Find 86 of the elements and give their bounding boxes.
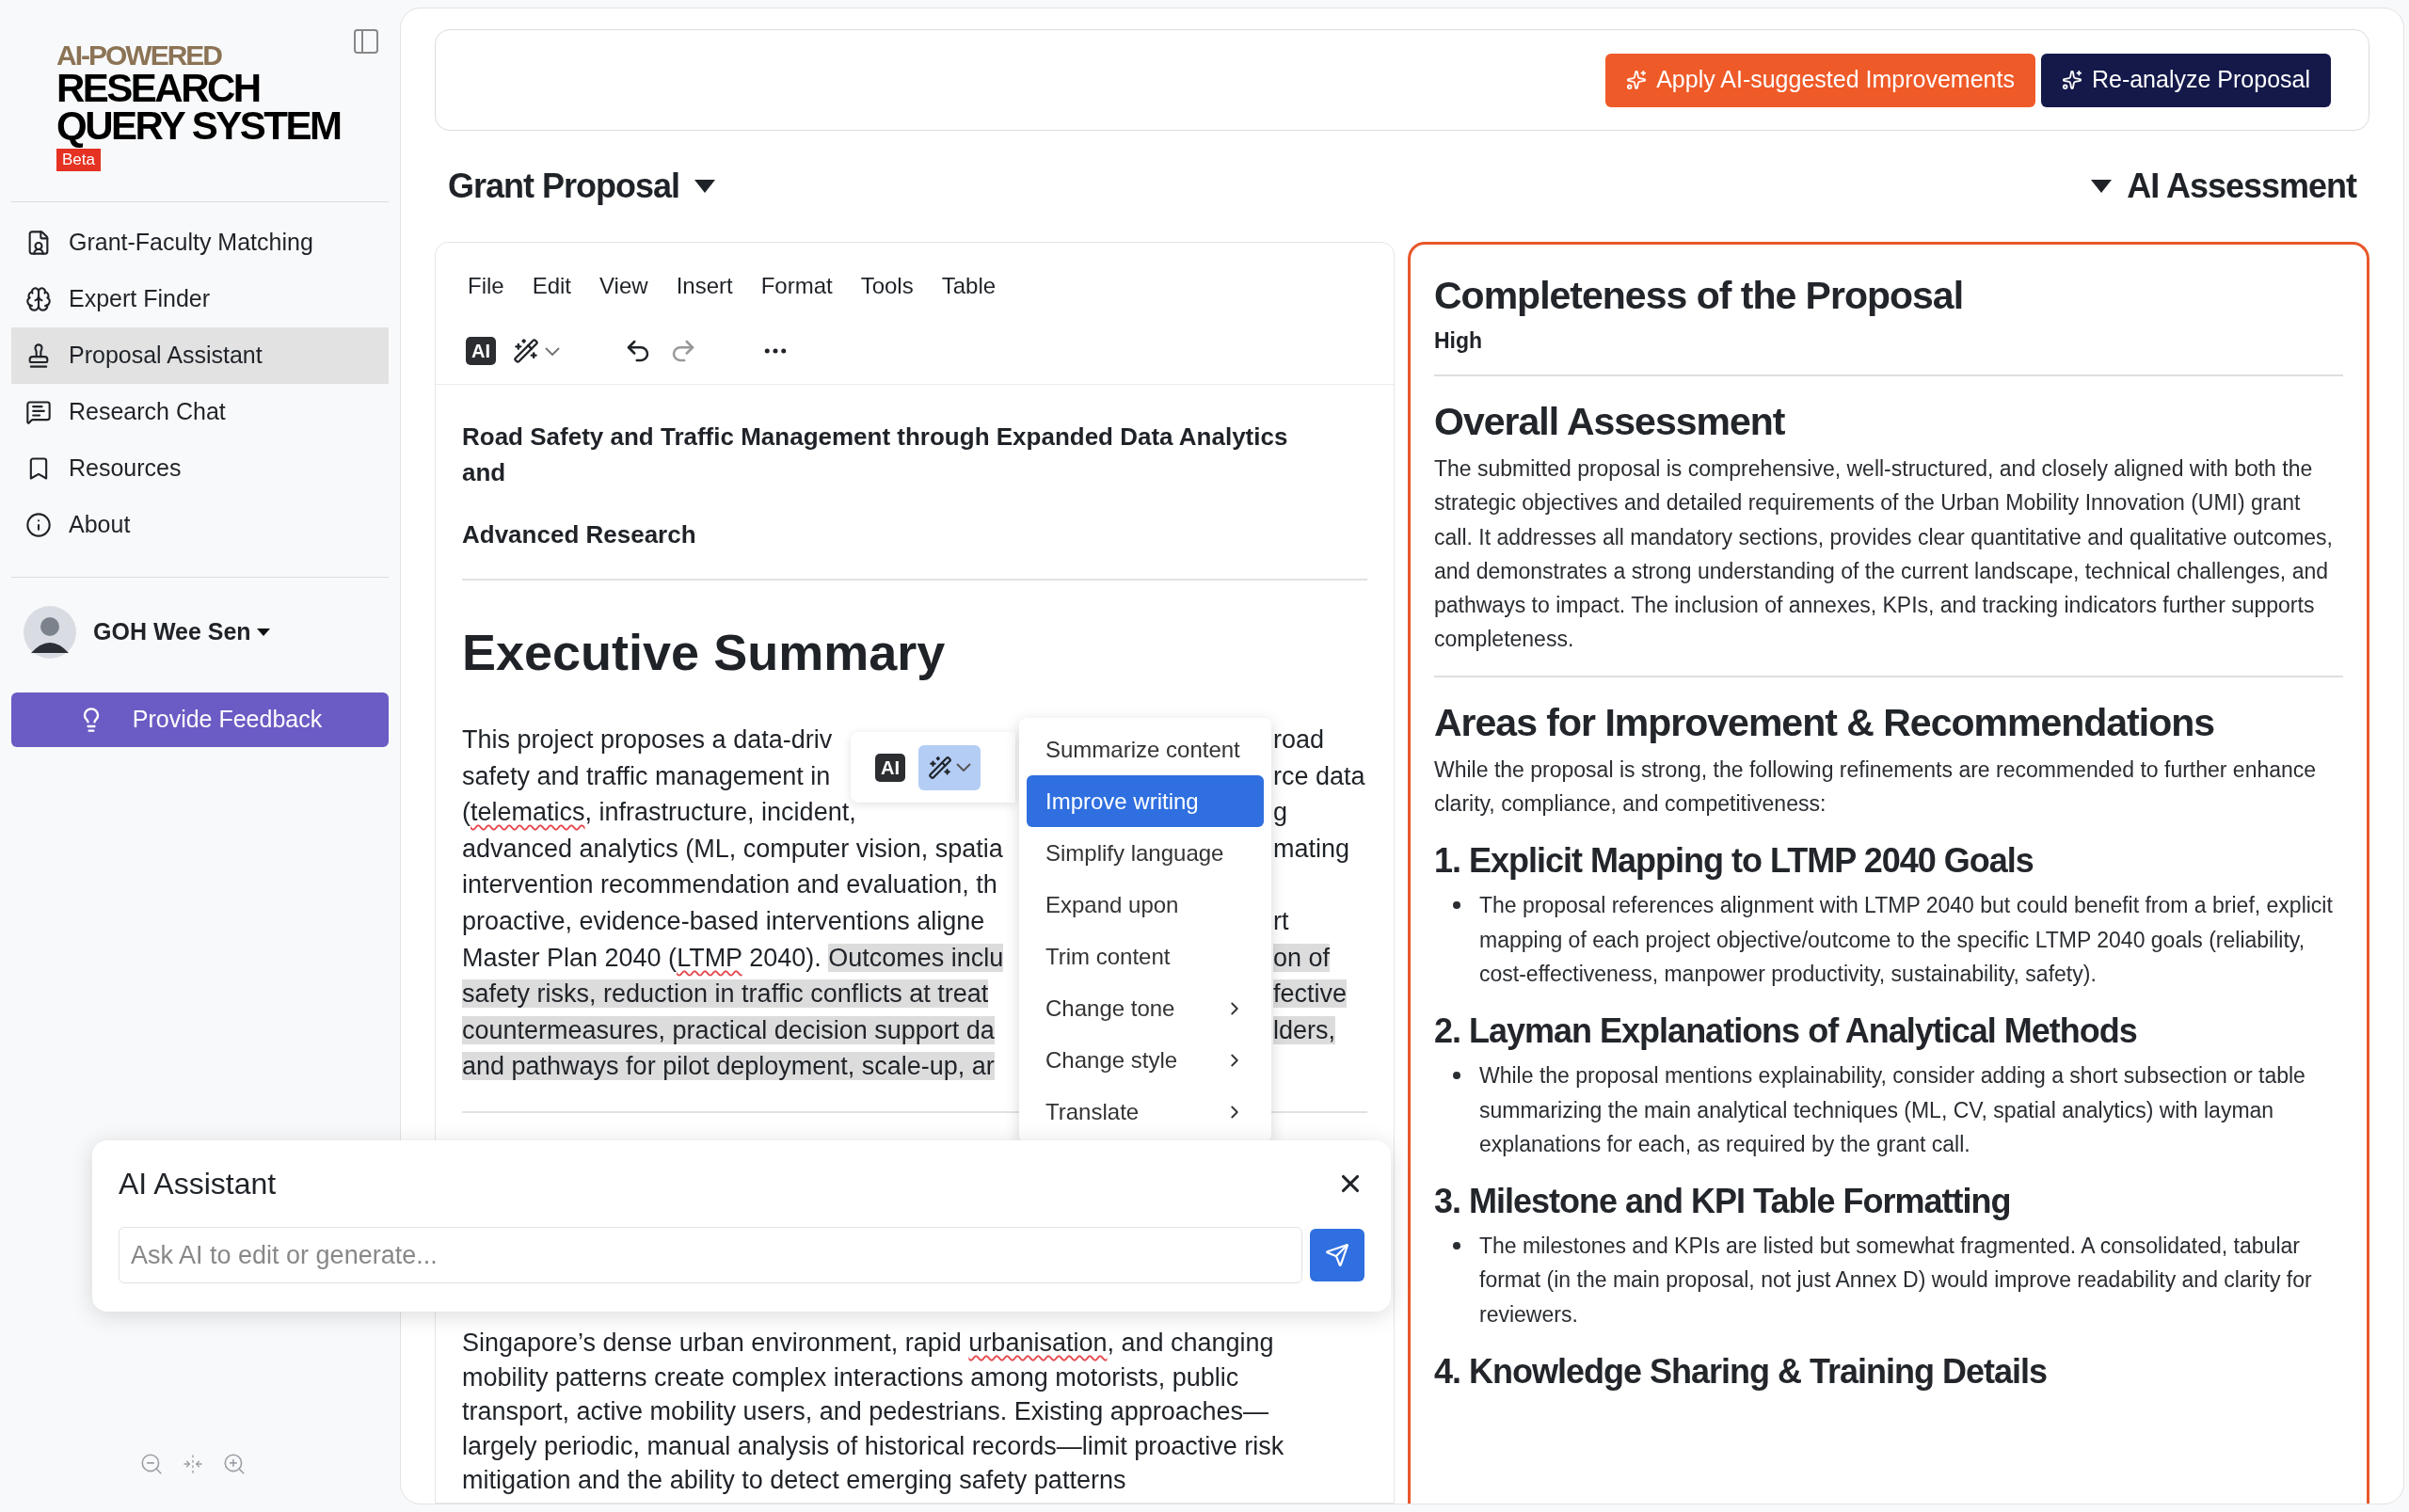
caret-icon bbox=[256, 629, 270, 636]
bullet-icon bbox=[1453, 1072, 1460, 1080]
assessment-heading: 1. Explicit Mapping to LTMP 2040 Goals bbox=[1434, 840, 2034, 883]
ai-badge[interactable]: AI bbox=[875, 753, 905, 782]
assessment-heading: Overall Assessment bbox=[1434, 399, 1786, 445]
paragraph-line: rce data bbox=[1273, 760, 1365, 792]
paragraph-line: advanced analytics (ML, computer vision, spatia bbox=[462, 833, 1003, 865]
logo-title: RESEARCH bbox=[56, 70, 260, 107]
menu-option[interactable]: Summarize content bbox=[1027, 724, 1264, 775]
document-title: Road Safety and Traffic Management through Expanded Data Analytics and bbox=[462, 422, 1289, 488]
menu-option[interactable]: Simplify language bbox=[1027, 827, 1264, 879]
assessment-text: While the proposal is strong, the following refinements are recommended to further enhance clarity, compliance, and competitiveness: bbox=[1434, 756, 2318, 819]
menu-option[interactable]: Change tone bbox=[1027, 982, 1264, 1034]
menu-item[interactable]: View bbox=[599, 269, 648, 303]
paragraph-line: This project proposes a data-driv bbox=[462, 724, 833, 756]
user-menu[interactable]: GOH Wee Sen bbox=[93, 614, 270, 650]
assessment-text: The submitted proposal is comprehensive, well-structured, and closely aligned with both the strategic objectives and detailed requirements of the Urban Mobility Innovation (UMI) grant call. It addresses all mandatory sections, provides clear quantitative and qualitative outcomes, and demonstrates a strong understanding of the current landscape, technical challenges, and pathways to impact. The inclusion of annexes, KPIs, and tracking indicators further supports completeness. bbox=[1434, 455, 2334, 654]
sparkles-icon bbox=[1626, 70, 1648, 90]
bullet-icon bbox=[1453, 901, 1460, 910]
paragraph-line: mitigation and the ability to detect emerging safety patterns bbox=[462, 1465, 1126, 1497]
sidebar-toggle-icon[interactable] bbox=[351, 26, 381, 56]
menu-item[interactable]: Edit bbox=[532, 269, 572, 303]
magic-wand-dropdown[interactable] bbox=[513, 338, 560, 364]
paragraph-line: intervention recommendation and evaluation, th bbox=[462, 869, 997, 901]
sidebar-item[interactable]: Expert Finder bbox=[11, 271, 389, 327]
assessment-heading: Completeness of the Proposal bbox=[1434, 273, 1965, 319]
assessment-heading: 3. Milestone and KPI Table Formatting bbox=[1434, 1181, 2012, 1223]
sidebar-item[interactable]: Resources bbox=[11, 440, 389, 497]
dropdown-caret-icon[interactable] bbox=[2091, 180, 2113, 193]
menu-option[interactable]: Improve writing bbox=[1027, 775, 1264, 827]
paragraph-line: mating bbox=[1273, 833, 1350, 865]
section-title: AI Assessment bbox=[2127, 166, 2356, 207]
chevron-down-icon bbox=[956, 763, 971, 772]
menu-option[interactable]: Expand upon bbox=[1027, 879, 1264, 931]
assessment-text: The proposal references alignment with LTMP 2040 but could benefit from a brief, explicit mapping of each project objective/outcome to the specific LTMP 2040 goals (reliability, cost-effectiveness, manpower productivity, sustainability, safety). bbox=[1479, 892, 2334, 988]
menu-item[interactable]: Tools bbox=[860, 269, 914, 303]
menu-option[interactable]: Translate bbox=[1027, 1086, 1264, 1138]
chevron-down-icon bbox=[545, 346, 560, 356]
section-title: Grant Proposal bbox=[448, 166, 680, 207]
paragraph-line: road bbox=[1273, 724, 1325, 756]
send-button[interactable] bbox=[1310, 1229, 1364, 1281]
action-button[interactable]: Re-analyze Proposal bbox=[2040, 53, 2331, 107]
panel-title: AI Assistant bbox=[119, 1166, 277, 1202]
sidebar-item[interactable]: Proposal Assistant bbox=[11, 327, 389, 384]
menu-option[interactable]: Change style bbox=[1027, 1034, 1264, 1086]
paragraph-line: Master Plan 2040 (LTMP 2040). Outcomes inclu bbox=[462, 942, 1004, 974]
assessment-heading: 2. Layman Explanations of Analytical Methods bbox=[1434, 1011, 2138, 1053]
logo-tagline: AI-POWERED bbox=[56, 41, 221, 70]
document-title: Advanced Research bbox=[462, 519, 697, 550]
assessment-text: The milestones and KPIs are listed but somewhat fragmented. A consolidated, tabular format (in the main proposal, not just Annex D) would improve readability and clarity for reviewers. bbox=[1479, 1233, 2313, 1329]
paragraph-line: (telematics, infrastructure, incident, bbox=[462, 797, 856, 829]
paragraph-line: mobility patterns create complex interactions among motorists, public bbox=[462, 1361, 1239, 1393]
feedback-button[interactable]: Provide Feedback bbox=[11, 692, 389, 747]
document-heading: Executive Summary bbox=[462, 623, 947, 682]
chat-icon bbox=[25, 399, 52, 425]
magic-wand-icon bbox=[513, 338, 539, 364]
rating-value: High bbox=[1434, 327, 1484, 355]
assessment-heading: Areas for Improvement & Recommendations bbox=[1434, 699, 2216, 746]
menu-item[interactable]: Table bbox=[941, 269, 997, 303]
assessment-heading: 4. Knowledge Sharing & Training Details bbox=[1434, 1351, 2049, 1393]
paragraph-line: g bbox=[1273, 797, 1288, 829]
sidebar-item[interactable]: Research Chat bbox=[11, 384, 389, 440]
info-icon bbox=[25, 512, 52, 538]
menu-option[interactable]: Trim content bbox=[1027, 931, 1264, 982]
paragraph-line: Singapore’s dense urban environment, rapid urbanisation, and changing bbox=[462, 1327, 1274, 1359]
prompt-field[interactable]: Ask AI to edit or generate... bbox=[119, 1227, 1302, 1283]
paragraph-line: safety and traffic management in bbox=[462, 760, 831, 792]
menu-item[interactable]: Format bbox=[760, 269, 833, 303]
dropdown-caret-icon[interactable] bbox=[694, 180, 716, 193]
sidebar-item[interactable]: Grant-Faculty Matching bbox=[11, 215, 389, 271]
magic-wand-dropdown[interactable] bbox=[918, 744, 981, 790]
sparkles-icon bbox=[2061, 70, 2082, 90]
bullet-icon bbox=[1453, 1242, 1460, 1250]
menu-item[interactable]: File bbox=[468, 269, 504, 303]
magic-wand-icon bbox=[928, 755, 952, 780]
paragraph-line: largely periodic, manual analysis of historical records—limit proactive risk bbox=[462, 1430, 1284, 1462]
avatar[interactable] bbox=[24, 606, 76, 659]
paragraph-line: transport, active mobility users, and pedestrians. Existing approaches— bbox=[462, 1396, 1268, 1428]
paragraph-line: proactive, evidence-based interventions aligne bbox=[462, 905, 985, 937]
sidebar-item[interactable]: About bbox=[11, 497, 389, 553]
beta-badge: Beta bbox=[56, 149, 101, 171]
ai-badge[interactable]: AI bbox=[466, 337, 496, 365]
send-icon bbox=[1325, 1243, 1349, 1267]
menu-item[interactable]: Insert bbox=[676, 269, 733, 303]
assessment-text: While the proposal mentions explainability, consider adding a short subsection or table summarizing the main analytical techniques (ML, CV, spatial analytics) with layman explanations for each, as required by the grant call. bbox=[1479, 1062, 2306, 1158]
paragraph-line: rt bbox=[1273, 905, 1289, 937]
